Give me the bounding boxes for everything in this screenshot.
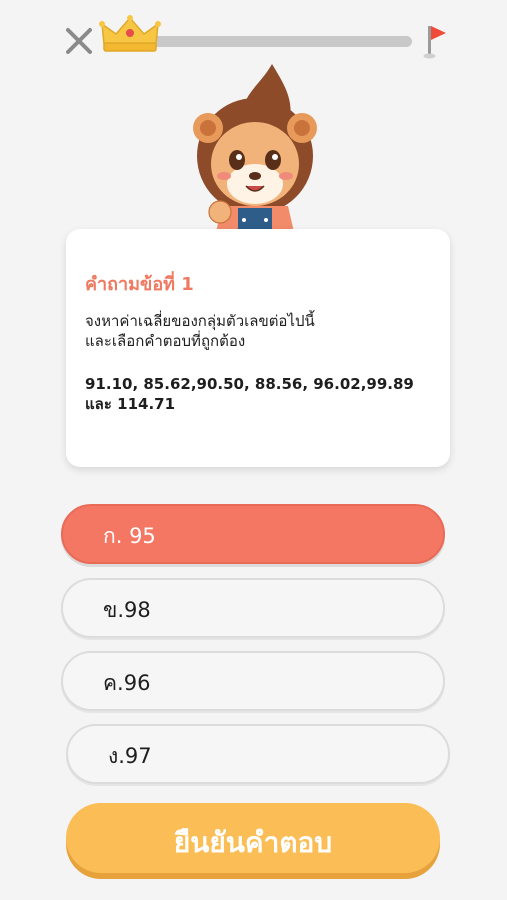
answer-option-label: ง.97 xyxy=(108,744,152,768)
confirm-answer-button[interactable]: ยืนยันคำตอบ xyxy=(66,803,440,873)
question-numbers: 91.10, 85.62,90.50, 88.56, 96.02,99.89 แ… xyxy=(85,374,435,414)
close-icon xyxy=(66,28,92,54)
crown-icon xyxy=(99,15,161,52)
question-text: จงหาค่าเฉลี่ยของกลุ่มตัวเลขต่อไปนี้ และเ… xyxy=(85,311,435,351)
confirm-answer-label: ยืนยันคำตอบ xyxy=(173,826,333,859)
question-card: คำถามข้อที่ 1 จงหาค่าเฉลี่ยของกลุ่มตัวเล… xyxy=(66,229,450,467)
answer-option-label: ก. 95 xyxy=(103,524,156,548)
answer-option-d[interactable]: ง.97 xyxy=(66,724,450,784)
answer-option-c[interactable]: ค.96 xyxy=(61,651,445,711)
question-text-line: จงหาค่าเฉลี่ยของกลุ่มตัวเลขต่อไปนี้ xyxy=(85,312,315,330)
question-text-line: และเลือกคำตอบที่ถูกต้อง xyxy=(85,332,246,350)
progress-bar xyxy=(150,36,412,47)
question-title: คำถามข้อที่ 1 xyxy=(85,274,194,295)
flag-icon xyxy=(423,26,446,59)
answer-option-label: ค.96 xyxy=(103,671,151,695)
answer-option-b[interactable]: ข.98 xyxy=(61,578,445,638)
numbers-line: และ 114.71 xyxy=(85,395,176,413)
answer-option-a[interactable]: ก. 95 xyxy=(61,504,445,564)
numbers-line: 91.10, 85.62,90.50, 88.56, 96.02,99.89 xyxy=(85,375,414,393)
answer-option-label: ข.98 xyxy=(103,598,151,622)
close-button[interactable] xyxy=(64,26,94,56)
lion-mascot xyxy=(193,64,317,232)
